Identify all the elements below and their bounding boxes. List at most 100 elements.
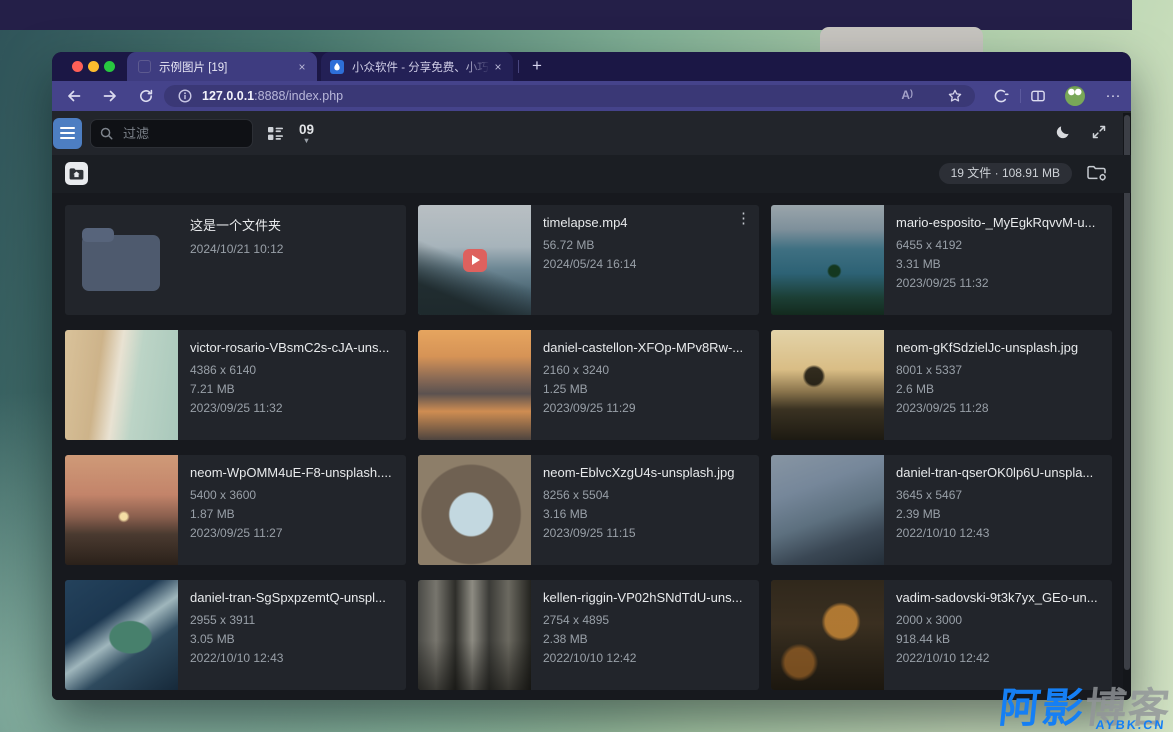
zoom-window-button[interactable]	[104, 61, 115, 72]
home-folder-button[interactable]	[65, 162, 88, 185]
thumbnail	[418, 205, 531, 315]
file-date: 2023/09/25 11:32	[190, 399, 394, 418]
thumbnail	[771, 455, 884, 565]
file-browser-app: 09 ▼ 19 文件 · 108.91 MB	[52, 111, 1131, 700]
forward-arrow-icon[interactable]	[102, 88, 118, 104]
filter-input[interactable]	[121, 121, 249, 146]
file-dims: 2000 x 3000	[896, 611, 1100, 630]
close-window-button[interactable]	[72, 61, 83, 72]
file-info: daniel-tran-SgSpxpzemtQ-unspl... 2955 x …	[178, 580, 406, 690]
expand-arrows-icon[interactable]	[1091, 124, 1107, 140]
file-date: 2022/10/10 12:42	[543, 649, 747, 668]
url-host: 127.0.0.1	[202, 89, 254, 103]
site-info-icon[interactable]	[177, 88, 193, 104]
close-icon[interactable]: ×	[490, 59, 506, 75]
file-name: victor-rosario-VBsmC2s-cJA-uns...	[190, 340, 394, 355]
thumbnail	[418, 580, 531, 690]
tab-title: 小众软件 - 分享免费、小巧、实用	[344, 59, 490, 75]
thumbnail	[418, 330, 531, 440]
file-name: 这是一个文件夹	[190, 215, 394, 234]
thumbnail	[65, 580, 178, 690]
file-info: timelapse.mp4 56.72 MB 2024/05/24 16:14	[531, 205, 759, 315]
profile-avatar[interactable]	[1065, 86, 1085, 106]
file-date: 2023/09/25 11:28	[896, 399, 1100, 418]
toolbar-divider	[1020, 89, 1021, 103]
file-grid: 这是一个文件夹 2024/10/21 10:12 timelapse.mp4 5…	[65, 205, 1112, 690]
new-tab-button[interactable]: +	[526, 55, 548, 77]
file-size: 918.44 kB	[896, 630, 1100, 649]
thumbnail	[65, 455, 178, 565]
file-card[interactable]: neom-EblvcXzgU4s-unsplash.jpg 8256 x 550…	[418, 455, 759, 565]
file-card[interactable]: daniel-castellon-XFOp-MPv8Rw-... 2160 x …	[418, 330, 759, 440]
file-info: victor-rosario-VBsmC2s-cJA-uns... 4386 x…	[178, 330, 406, 440]
browser-navbar: 127.0.0.1:8888/index.php A) ···	[52, 81, 1131, 111]
watermark-cn-primary: 阿影	[997, 685, 1088, 731]
moon-icon[interactable]	[1055, 123, 1072, 140]
scrollbar-thumb[interactable]	[1124, 115, 1130, 670]
reload-icon[interactable]	[138, 88, 154, 104]
file-card[interactable]: kellen-riggin-VP02hSNdTdU-uns... 2754 x …	[418, 580, 759, 690]
search-icon	[99, 126, 114, 141]
folder-settings-icon[interactable]	[1086, 163, 1108, 183]
file-card[interactable]: daniel-tran-qserOK0lp6U-unspla... 3645 x…	[771, 455, 1112, 565]
file-card[interactable]: neom-gKfSdzielJc-unsplash.jpg 8001 x 533…	[771, 330, 1112, 440]
file-date: 2023/09/25 11:32	[896, 274, 1100, 293]
file-name: neom-gKfSdzielJc-unsplash.jpg	[896, 340, 1100, 355]
play-icon[interactable]	[463, 249, 487, 272]
thumbnail	[65, 205, 178, 315]
file-size: 1.87 MB	[190, 505, 394, 524]
file-size: 7.21 MB	[190, 380, 394, 399]
file-size: 1.25 MB	[543, 380, 747, 399]
more-menu-icon[interactable]: ···	[1102, 86, 1124, 106]
back-arrow-icon[interactable]	[66, 88, 82, 104]
file-size: 56.72 MB	[543, 236, 747, 255]
address-bar[interactable]: 127.0.0.1:8888/index.php A)	[164, 85, 975, 107]
hamburger-menu-button[interactable]	[53, 118, 82, 149]
file-name: neom-EblvcXzgU4s-unsplash.jpg	[543, 465, 747, 480]
read-aloud-icon[interactable]: A)	[901, 88, 913, 102]
file-card[interactable]: 这是一个文件夹 2024/10/21 10:12	[65, 205, 406, 315]
tab-divider	[518, 60, 519, 73]
app-toolbar: 09 ▼	[52, 111, 1131, 155]
file-size: 3.16 MB	[543, 505, 747, 524]
split-screen-icon[interactable]	[1030, 88, 1046, 104]
file-dims: 3645 x 5467	[896, 486, 1100, 505]
file-card[interactable]: victor-rosario-VBsmC2s-cJA-uns... 4386 x…	[65, 330, 406, 440]
desktop-background: 示例图片 [19] × 小众软件 - 分享免费、小巧、实用 × +	[0, 0, 1173, 732]
path-bar: 19 文件 · 108.91 MB	[52, 155, 1131, 193]
filter-search-box[interactable]	[90, 119, 253, 148]
file-card[interactable]: timelapse.mp4 56.72 MB 2024/05/24 16:14 …	[418, 205, 759, 315]
home-folder-icon	[68, 165, 85, 182]
thumbnail	[65, 330, 178, 440]
extensions-icon[interactable]	[993, 88, 1009, 104]
file-dims: 6455 x 4192	[896, 236, 1100, 255]
file-dims: 4386 x 6140	[190, 361, 394, 380]
chevron-down-icon: ▼	[299, 138, 314, 144]
file-size: 2.39 MB	[896, 505, 1100, 524]
thumbnail	[771, 330, 884, 440]
file-date: 2024/10/21 10:12	[190, 240, 394, 259]
file-card[interactable]: vadim-sadovski-9t3k7yx_GEo-un... 2000 x …	[771, 580, 1112, 690]
file-count-badge: 19 文件 · 108.91 MB	[939, 163, 1072, 184]
list-layout-icon[interactable]	[267, 125, 284, 142]
more-menu-button[interactable]: ⋮	[736, 211, 751, 226]
favorite-star-icon[interactable]	[947, 88, 963, 104]
thumbnail	[771, 205, 884, 315]
file-dims: 5400 x 3600	[190, 486, 394, 505]
file-card[interactable]: neom-WpOMM4uE-F8-unsplash.... 5400 x 360…	[65, 455, 406, 565]
file-name: daniel-tran-SgSpxpzemtQ-unspl...	[190, 590, 394, 605]
sort-order-button[interactable]: 09 ▼	[299, 122, 314, 144]
file-card[interactable]: mario-esposito-_MyEgkRqvvM-u... 6455 x 4…	[771, 205, 1112, 315]
minimize-window-button[interactable]	[88, 61, 99, 72]
close-icon[interactable]: ×	[294, 59, 310, 75]
file-name: timelapse.mp4	[543, 215, 747, 230]
file-date: 2023/09/25 11:27	[190, 524, 394, 543]
file-size: 3.31 MB	[896, 255, 1100, 274]
tab-appinn[interactable]: 小众软件 - 分享免费、小巧、实用 ×	[321, 52, 513, 81]
file-card[interactable]: daniel-tran-SgSpxpzemtQ-unspl... 2955 x …	[65, 580, 406, 690]
tab-sample-images[interactable]: 示例图片 [19] ×	[127, 52, 317, 81]
scrollbar-track[interactable]	[1123, 113, 1131, 700]
file-info: daniel-castellon-XFOp-MPv8Rw-... 2160 x …	[531, 330, 759, 440]
file-size: 2.38 MB	[543, 630, 747, 649]
folder-icon	[82, 235, 160, 291]
